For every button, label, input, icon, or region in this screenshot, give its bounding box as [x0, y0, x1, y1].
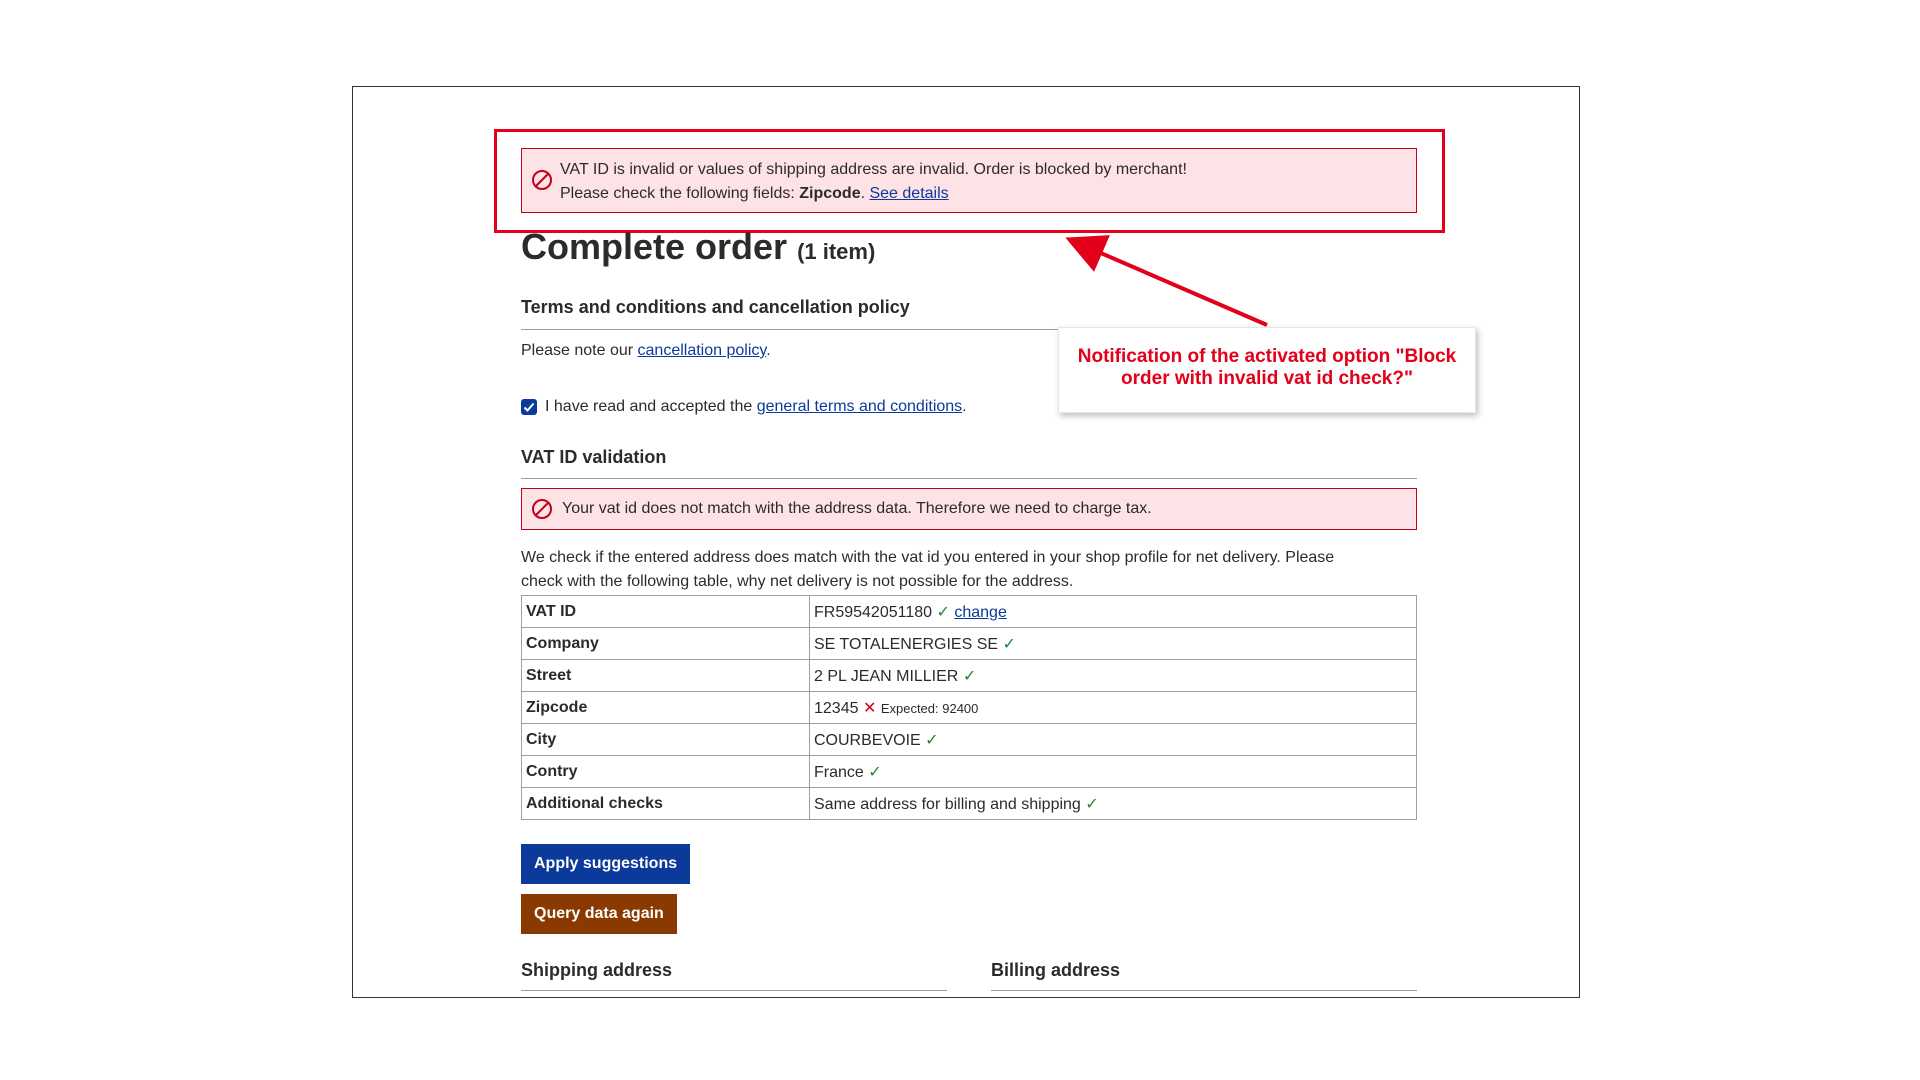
annotation-arrow: [1065, 235, 1268, 327]
